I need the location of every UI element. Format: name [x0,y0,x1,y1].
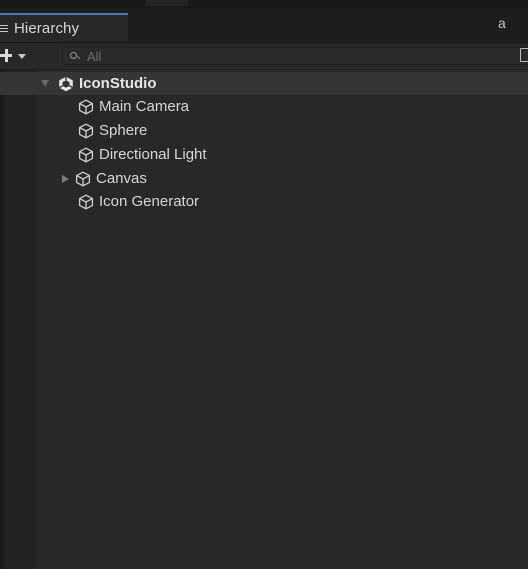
tab-bar: Hierarchy [0,8,528,43]
scene-item[interactable]: IconStudio [41,72,157,95]
add-object-button[interactable] [0,47,34,65]
gameobject-cube-icon [78,123,94,138]
hierarchy-item-main-camera[interactable]: Main Camera [78,95,189,118]
gameobject-cube-icon [75,171,91,186]
gameobject-cube-icon [78,194,94,209]
more-options-icon[interactable]: ⋮ [522,16,528,30]
tab-hierarchy[interactable]: Hierarchy [0,13,128,42]
tab-menu-icon[interactable] [0,24,10,34]
hierarchy-toolbar [0,43,528,70]
hierarchy-item-label: Main Camera [99,98,190,115]
hierarchy-item-sphere[interactable]: Sphere [78,119,147,142]
scene-more-icon[interactable]: ⋮ [523,74,528,91]
search-input[interactable] [84,48,507,64]
hierarchy-item-label: Icon Generator [99,193,200,210]
hierarchy-window: Hierarchy a ⋮ IconStudio ⋮ [0,0,528,569]
hierarchy-item-label: Sphere [99,122,148,139]
hierarchy-item-label: Directional Light [99,146,207,163]
gameobject-cube-icon [78,147,94,162]
top-notch [146,0,188,6]
gameobject-cube-icon [78,99,94,114]
scene-filter-icon[interactable] [520,48,528,62]
plus-icon [0,49,14,63]
scene-name: IconStudio [79,75,157,92]
hierarchy-item-canvas[interactable]: Canvas [62,167,147,190]
hierarchy-item-directional-light[interactable]: Directional Light [78,143,207,166]
tab-label: Hierarchy [14,20,80,37]
chevron-down-icon [18,53,26,59]
hierarchy-item-icon-generator[interactable]: Icon Generator [78,190,199,213]
lock-icon[interactable]: a [498,16,506,30]
expand-arrow-icon[interactable] [62,174,69,183]
search-icon[interactable] [70,50,84,62]
tree-gutter [4,70,36,569]
search-field[interactable] [62,47,528,65]
expand-arrow-icon[interactable] [41,80,49,87]
unity-scene-icon [58,76,74,91]
hierarchy-item-label: Canvas [96,170,147,187]
